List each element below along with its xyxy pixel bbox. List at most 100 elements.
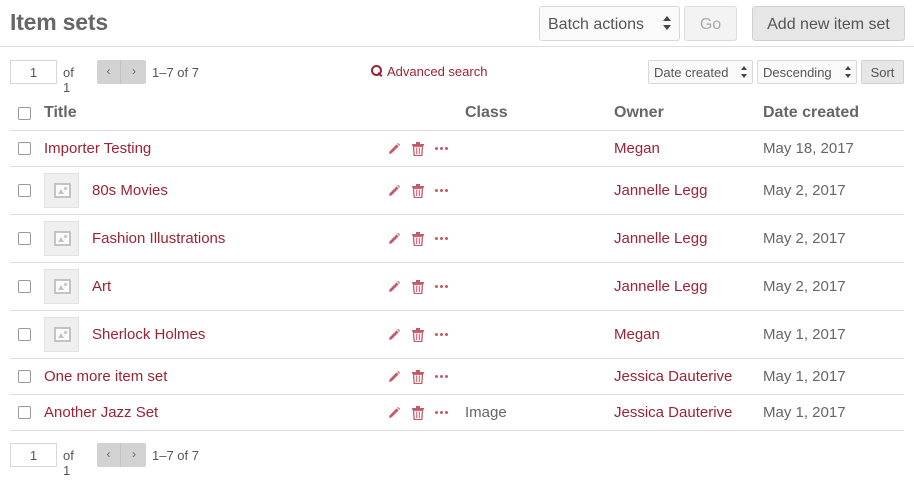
more-actions-icon[interactable] — [435, 375, 449, 379]
table-header: Title Class Owner Date created — [10, 96, 904, 131]
item-set-owner-link[interactable]: Megan — [614, 326, 660, 343]
table-row: One more item set Jessica Dauterive May 1,… — [10, 359, 904, 395]
pager-buttons: ‹ › — [97, 443, 146, 467]
item-set-date-created: May 2, 2017 — [763, 278, 846, 295]
sort-by-select[interactable]: Date created — [648, 60, 753, 84]
row-checkbox[interactable] — [18, 232, 31, 245]
item-set-owner-link[interactable]: Jannelle Legg — [614, 278, 707, 295]
results-range: 1–7 of 7 — [152, 448, 199, 463]
select-arrows-icon — [845, 66, 851, 80]
table-row: Sherlock Holmes Megan May 1, 2017 — [10, 311, 904, 359]
trash-icon[interactable] — [412, 406, 424, 421]
row-actions — [387, 406, 457, 421]
column-date-created: Date created — [763, 104, 860, 121]
page-number-input[interactable]: 1 — [10, 443, 57, 467]
row-actions — [387, 370, 457, 385]
item-set-title-link[interactable]: Art — [92, 278, 111, 295]
page-title: Item sets — [10, 9, 108, 35]
row-actions — [387, 184, 457, 199]
image-placeholder-icon[interactable] — [44, 269, 79, 304]
item-set-date-created: May 2, 2017 — [763, 230, 846, 247]
sort-button[interactable]: Sort — [861, 60, 904, 84]
more-actions-icon[interactable] — [435, 147, 449, 151]
row-checkbox[interactable] — [18, 406, 31, 419]
page-header: Item sets Batch actions Go Add new item … — [0, 0, 914, 47]
item-set-owner-link[interactable]: Jessica Dauterive — [614, 404, 732, 421]
row-checkbox[interactable] — [18, 370, 31, 383]
trash-icon[interactable] — [412, 328, 424, 343]
item-set-owner-link[interactable]: Jessica Dauterive — [614, 368, 732, 385]
row-checkbox[interactable] — [18, 142, 31, 155]
column-class: Class — [465, 104, 508, 121]
next-page-button[interactable]: › — [122, 60, 146, 84]
more-actions-icon[interactable] — [435, 189, 449, 193]
item-set-owner-link[interactable]: Megan — [614, 140, 660, 157]
column-title: Title — [44, 104, 77, 121]
item-set-date-created: May 1, 2017 — [763, 404, 846, 421]
results-range: 1–7 of 7 — [152, 65, 199, 80]
more-actions-icon[interactable] — [435, 333, 449, 337]
item-set-title-link[interactable]: 80s Movies — [92, 182, 168, 199]
item-set-title-link[interactable]: One more item set — [44, 368, 167, 385]
item-set-owner-link[interactable]: Jannelle Legg — [614, 230, 707, 247]
row-actions — [387, 142, 457, 157]
item-set-title-link[interactable]: Importer Testing — [44, 140, 151, 157]
item-set-class: Image — [465, 404, 507, 421]
pencil-icon[interactable] — [387, 184, 401, 198]
row-actions — [387, 280, 457, 295]
table-row: Fashion Illustrations Jannelle Legg May 2,… — [10, 215, 904, 263]
trash-icon[interactable] — [412, 184, 424, 199]
trash-icon[interactable] — [412, 232, 424, 247]
item-set-title-link[interactable]: Fashion Illustrations — [92, 230, 225, 247]
trash-icon[interactable] — [412, 280, 424, 295]
row-actions — [387, 232, 457, 247]
table-body: Importer Testing Megan May 18, 2017 80s Mov… — [10, 131, 904, 431]
search-icon — [371, 65, 383, 77]
item-set-title-link[interactable]: Sherlock Holmes — [92, 326, 205, 343]
pencil-icon[interactable] — [387, 328, 401, 342]
pencil-icon[interactable] — [387, 406, 401, 420]
next-page-button[interactable]: › — [122, 443, 146, 467]
item-set-date-created: May 2, 2017 — [763, 182, 846, 199]
batch-actions-label: Batch actions — [548, 16, 645, 33]
item-sets-table: Title Class Owner Date created Importer … — [10, 96, 904, 431]
page-number-input[interactable]: 1 — [10, 60, 57, 84]
pager-buttons: ‹ › — [97, 60, 146, 84]
select-all-checkbox[interactable] — [18, 107, 31, 120]
add-new-item-set-button[interactable]: Add new item set — [752, 6, 905, 41]
column-owner: Owner — [614, 104, 664, 121]
page-count: of 1 — [63, 65, 74, 95]
item-set-date-created: May 18, 2017 — [763, 140, 854, 157]
image-placeholder-icon[interactable] — [44, 173, 79, 208]
previous-page-button[interactable]: ‹ — [97, 60, 121, 84]
pencil-icon[interactable] — [387, 280, 401, 294]
table-row: 80s Movies Jannelle Legg May 2, 2017 — [10, 167, 904, 215]
more-actions-icon[interactable] — [435, 285, 449, 289]
more-actions-icon[interactable] — [435, 411, 449, 415]
sort-order-select[interactable]: Descending — [757, 60, 857, 84]
image-placeholder-icon[interactable] — [44, 317, 79, 352]
page-count: of 1 — [63, 448, 74, 478]
item-set-owner-link[interactable]: Jannelle Legg — [614, 182, 707, 199]
table-row: Another Jazz Set Image Jessica Dauterive Ma… — [10, 395, 904, 431]
item-set-date-created: May 1, 2017 — [763, 326, 846, 343]
row-checkbox[interactable] — [18, 328, 31, 341]
table-row: Art Jannelle Legg May 2, 2017 — [10, 263, 904, 311]
item-set-date-created: May 1, 2017 — [763, 368, 846, 385]
pencil-icon[interactable] — [387, 142, 401, 156]
previous-page-button[interactable]: ‹ — [97, 443, 121, 467]
more-actions-icon[interactable] — [435, 237, 449, 241]
pencil-icon[interactable] — [387, 232, 401, 246]
sort-order-label: Descending — [763, 65, 832, 80]
advanced-search-link[interactable]: Advanced search — [371, 64, 487, 79]
row-checkbox[interactable] — [18, 184, 31, 197]
trash-icon[interactable] — [412, 370, 424, 385]
item-set-title-link[interactable]: Another Jazz Set — [44, 404, 158, 421]
go-button[interactable]: Go — [684, 6, 737, 41]
trash-icon[interactable] — [412, 142, 424, 157]
row-actions — [387, 328, 457, 343]
batch-actions-select[interactable]: Batch actions — [539, 6, 680, 41]
image-placeholder-icon[interactable] — [44, 221, 79, 256]
pencil-icon[interactable] — [387, 370, 401, 384]
row-checkbox[interactable] — [18, 280, 31, 293]
